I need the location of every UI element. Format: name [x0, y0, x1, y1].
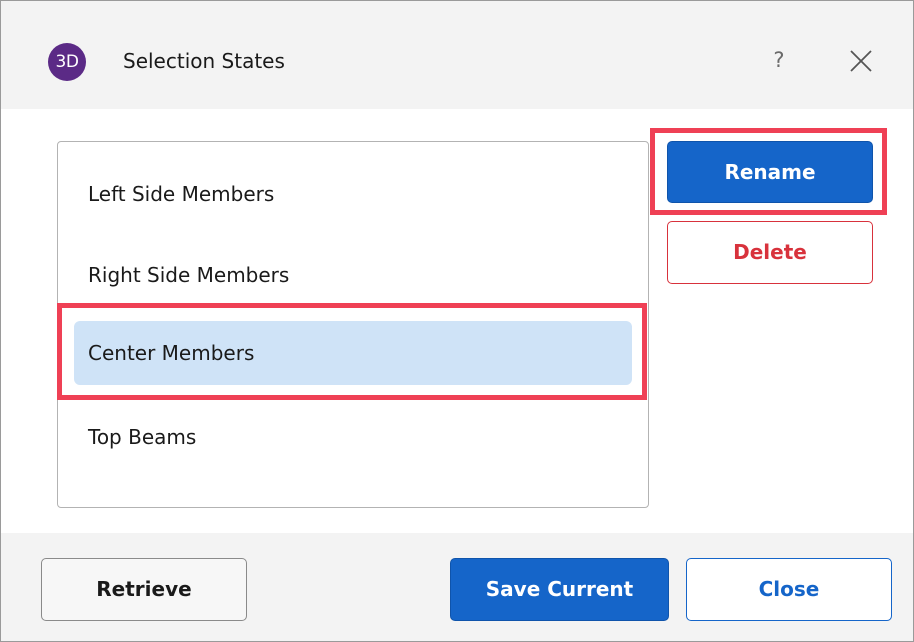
selection-states-dialog: 3D Selection States ? Left Side Members …	[0, 0, 914, 642]
list-item-center-members[interactable]: Center Members	[74, 321, 632, 385]
delete-button[interactable]: Delete	[667, 221, 873, 284]
save-current-button[interactable]: Save Current	[450, 558, 669, 621]
app-3d-icon: 3D	[48, 43, 86, 81]
selection-states-list[interactable]: Left Side Members Right Side Members Cen…	[57, 141, 649, 508]
list-item-left-side-members[interactable]: Left Side Members	[74, 162, 632, 226]
rename-button[interactable]: Rename	[667, 141, 873, 203]
retrieve-button[interactable]: Retrieve	[41, 558, 247, 621]
help-button[interactable]: ?	[767, 45, 791, 75]
dialog-footer: Retrieve Save Current Close	[1, 533, 913, 641]
list-item-right-side-members[interactable]: Right Side Members	[74, 243, 632, 307]
dialog-body: Left Side Members Right Side Members Cen…	[1, 109, 913, 533]
dialog-title: Selection States	[123, 49, 285, 73]
close-icon[interactable]	[845, 45, 877, 77]
list-item-top-beams[interactable]: Top Beams	[74, 405, 632, 469]
close-button[interactable]: Close	[686, 558, 892, 621]
title-bar: 3D Selection States ?	[1, 1, 913, 109]
